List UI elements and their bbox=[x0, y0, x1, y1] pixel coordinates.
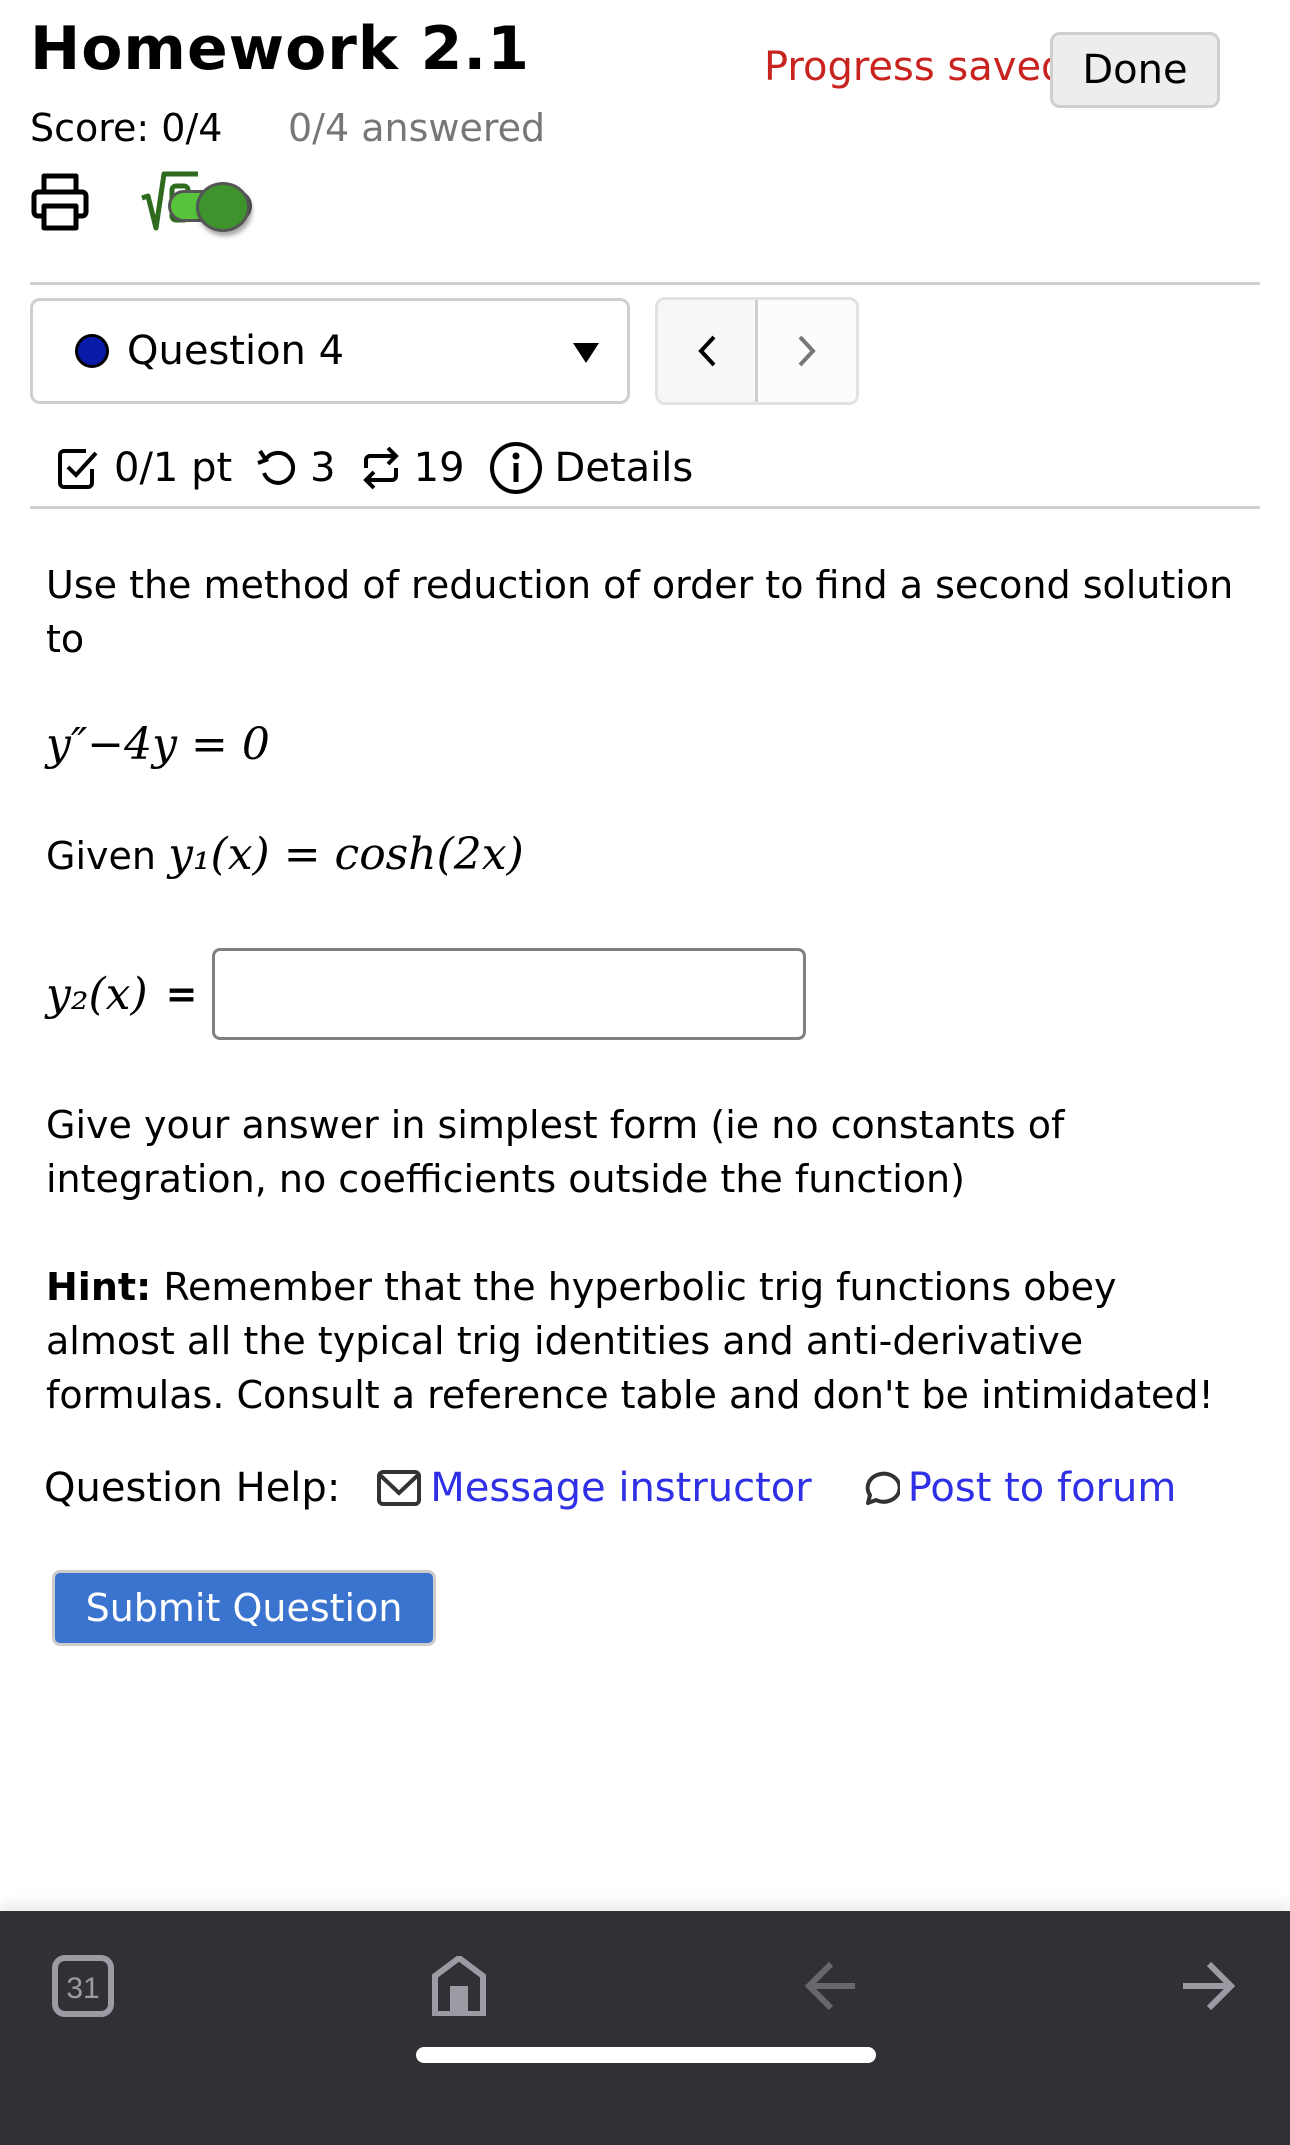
toggle-knob bbox=[196, 182, 250, 232]
mail-icon bbox=[377, 1470, 422, 1506]
submit-question-button[interactable]: Submit Question bbox=[52, 1570, 436, 1646]
browser-toolbar: 31 bbox=[0, 1911, 1290, 2145]
math-toggle[interactable] bbox=[168, 182, 292, 234]
question-nav bbox=[655, 297, 859, 405]
chevron-right-icon bbox=[798, 335, 816, 367]
answered-count: 0/4 answered bbox=[288, 106, 546, 150]
question-select[interactable]: Question 4 bbox=[30, 298, 630, 404]
question-select-label: Question 4 bbox=[127, 328, 345, 374]
answer-input[interactable] bbox=[211, 948, 806, 1040]
tabs-icon: 31 bbox=[52, 1955, 114, 2017]
answer-label: y₂(x) bbox=[46, 968, 148, 1020]
question-help: Question Help: Message instructor Post t… bbox=[44, 1460, 1176, 1516]
given-expression: y₁(x) = cosh(2x) bbox=[168, 829, 524, 880]
attempts-count: 19 bbox=[413, 445, 465, 491]
attempts-icon bbox=[362, 446, 399, 490]
page-title: Homework 2.1 bbox=[30, 14, 530, 84]
info-icon[interactable] bbox=[489, 441, 543, 495]
divider bbox=[30, 506, 1260, 509]
answer-instructions: Give your answer in simplest form (ie no… bbox=[46, 1103, 1065, 1201]
done-button[interactable]: Done bbox=[1050, 32, 1220, 108]
forward-button[interactable] bbox=[1172, 1951, 1242, 2021]
progress-status: Progress saved bbox=[764, 44, 1067, 90]
home-icon bbox=[432, 1956, 486, 2016]
back-arrow-icon bbox=[805, 1961, 855, 2011]
forum-comment-icon bbox=[865, 1471, 900, 1505]
hint-label: Hint: bbox=[46, 1265, 152, 1309]
next-question-button[interactable] bbox=[758, 300, 856, 402]
retry-icon bbox=[257, 449, 296, 485]
given-line: Given y₁(x) = cosh(2x) bbox=[46, 828, 524, 883]
forward-arrow-icon bbox=[1183, 1961, 1235, 2011]
help-label: Question Help: bbox=[44, 1465, 341, 1511]
answer-row: y₂(x) = bbox=[46, 948, 806, 1040]
hint-text: Remember that the hyperbolic trig functi… bbox=[46, 1265, 1214, 1417]
previous-question-button[interactable] bbox=[658, 300, 758, 402]
given-label: Given bbox=[46, 834, 156, 878]
chevron-down-icon bbox=[573, 343, 599, 363]
points-value: 0/1 pt bbox=[114, 445, 233, 491]
back-button[interactable] bbox=[798, 1951, 868, 2021]
tabs-button[interactable]: 31 bbox=[48, 1951, 118, 2021]
details-link[interactable]: Details bbox=[555, 445, 694, 491]
question-meta: 0/1 pt 3 19 Details bbox=[56, 440, 693, 496]
hint-paragraph: Hint: Remember that the hyperbolic trig … bbox=[46, 1260, 1256, 1422]
score-text: Score: 0/4 bbox=[30, 106, 223, 150]
answer-equals: = bbox=[165, 972, 198, 1016]
divider bbox=[30, 282, 1260, 285]
chevron-left-icon bbox=[697, 335, 715, 367]
checkbox-score-icon bbox=[58, 449, 98, 489]
retries-count: 3 bbox=[310, 445, 336, 491]
tabs-count: 31 bbox=[66, 1972, 99, 2005]
question-equation: y″−4y = 0 bbox=[46, 719, 270, 770]
home-indicator bbox=[416, 2047, 876, 2063]
print-icon[interactable] bbox=[30, 172, 90, 232]
message-instructor-link[interactable]: Message instructor bbox=[430, 1465, 811, 1511]
home-button[interactable] bbox=[424, 1951, 494, 2021]
question-prompt: Use the method of reduction of order to … bbox=[46, 563, 1234, 661]
post-to-forum-link[interactable]: Post to forum bbox=[908, 1465, 1177, 1511]
question-status-dot bbox=[75, 334, 109, 368]
